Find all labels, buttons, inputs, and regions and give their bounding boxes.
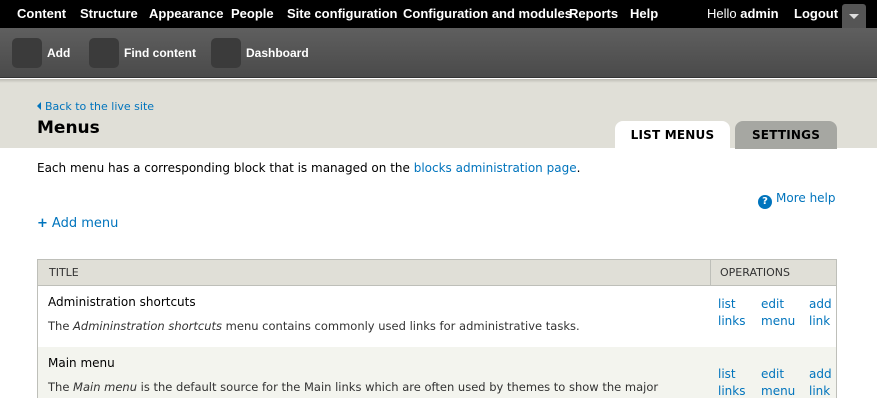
nav-site-configuration[interactable]: Site configuration <box>287 6 398 21</box>
op-line-1: list <box>718 297 736 311</box>
caret-left-icon <box>37 102 41 110</box>
tab-settings[interactable]: SETTINGS <box>735 121 837 149</box>
admin-toolbar: Content Structure Appearance People Site… <box>0 0 877 28</box>
back-to-site-link[interactable]: Back to the live site <box>37 100 154 113</box>
add-menu-link[interactable]: + Add menu <box>37 216 118 231</box>
back-link-label: Back to the live site <box>45 100 155 113</box>
desc-after: menu contains commonly used links for ad… <box>225 319 580 333</box>
intro-after: . <box>576 161 581 175</box>
edit-menu-link[interactable]: edit menu <box>761 367 795 398</box>
edit-menu-link[interactable]: edit menu <box>761 297 795 331</box>
menu-description: The Admininstration shortcuts menu conta… <box>48 319 580 333</box>
desc-em: Admininstration shortcuts <box>73 319 223 333</box>
nav-appearance[interactable]: Appearance <box>149 6 223 21</box>
column-header-title[interactable]: TITLE <box>49 266 79 279</box>
intro-text: Each menu has a corresponding block that… <box>37 161 580 175</box>
shortcut-label: Add <box>47 46 71 60</box>
shortcut-icon <box>211 38 241 68</box>
op-line-1: add <box>809 367 832 381</box>
table-row: Main menu The Main menu is the default s… <box>37 347 837 398</box>
table-header: TITLE OPERATIONS <box>37 259 837 286</box>
shortcut-icon <box>89 38 119 68</box>
nav-configuration-and-modules[interactable]: Configuration and modules <box>403 6 572 21</box>
list-links-link[interactable]: list links <box>718 367 745 398</box>
shortcut-icon <box>12 38 42 68</box>
logout-link[interactable]: Logout <box>794 6 838 21</box>
more-help-label: More help <box>776 191 836 205</box>
op-line-2: link <box>809 384 831 398</box>
op-line-2: links <box>718 314 746 328</box>
shortcuts-bar: Add Find content Dashboard <box>0 28 877 78</box>
chevron-down-icon <box>849 14 859 19</box>
intro-before: Each menu has a corresponding block that… <box>37 161 410 175</box>
op-line-2: menu <box>761 314 796 328</box>
shortcut-label: Dashboard <box>246 46 309 60</box>
greeting-prefix: Hello <box>707 6 737 21</box>
nav-help[interactable]: Help <box>630 6 658 21</box>
blocks-admin-link[interactable]: blocks administration page <box>414 161 577 175</box>
op-line-1: list <box>718 367 736 381</box>
page-title: Menus <box>37 118 100 138</box>
desc-em: Main menu <box>73 380 138 394</box>
menu-title: Main menu <box>48 356 115 370</box>
help-icon: ? <box>758 195 772 209</box>
nav-reports[interactable]: Reports <box>569 6 618 21</box>
op-line-2: menu <box>761 384 796 398</box>
menu-description: The Main menu is the default source for … <box>48 380 658 394</box>
column-divider <box>710 260 711 285</box>
tab-list-menus[interactable]: LIST MENUS <box>615 121 730 149</box>
op-line-1: add <box>809 297 832 311</box>
table-row: Administration shortcuts The Admininstra… <box>37 286 837 347</box>
shortcut-label: Find content <box>124 46 196 60</box>
desc-before: The <box>48 380 70 394</box>
add-menu-label: Add menu <box>51 216 119 231</box>
op-line-1: edit <box>761 297 785 311</box>
desc-before: The <box>48 319 70 333</box>
list-links-link[interactable]: list links <box>718 297 745 331</box>
username-link[interactable]: admin <box>740 6 778 21</box>
op-line-2: links <box>718 384 746 398</box>
plus-icon: + <box>37 216 48 231</box>
more-help-link[interactable]: ? More help <box>758 191 836 209</box>
menu-title: Administration shortcuts <box>48 295 196 309</box>
add-link-link[interactable]: add link <box>809 297 832 331</box>
add-link-link[interactable]: add link <box>809 367 832 398</box>
nav-people[interactable]: People <box>231 6 274 21</box>
shortcuts-toggle-button[interactable] <box>842 4 866 28</box>
column-header-operations: OPERATIONS <box>720 266 790 279</box>
op-line-2: link <box>809 314 831 328</box>
nav-content[interactable]: Content <box>17 6 66 21</box>
op-line-1: edit <box>761 367 785 381</box>
desc-after: is the default source for the Main links… <box>140 380 659 394</box>
nav-structure[interactable]: Structure <box>80 6 138 21</box>
user-greeting: Hello admin <box>707 6 779 21</box>
